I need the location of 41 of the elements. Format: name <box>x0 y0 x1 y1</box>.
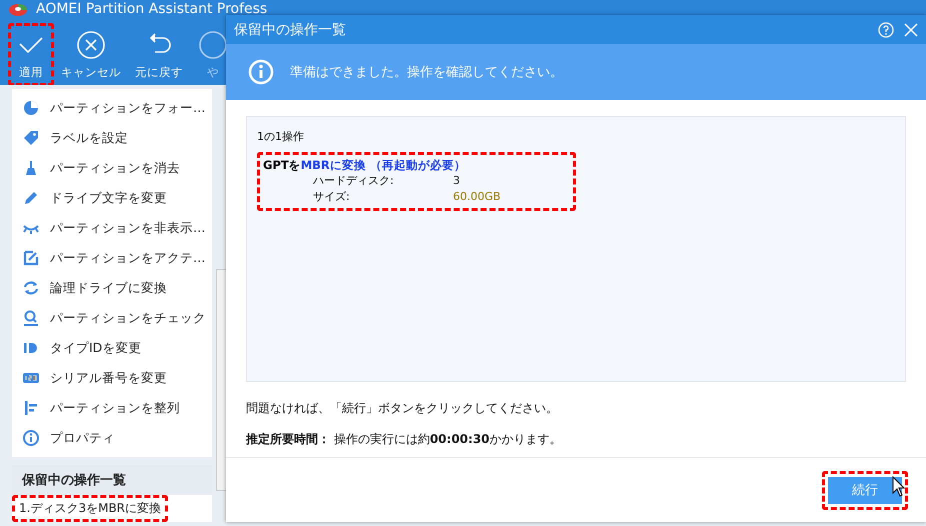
menu-item[interactable]: シリアル番号を変更 <box>50 370 167 386</box>
search-icon <box>22 309 40 327</box>
app-title: AOMEI Partition Assistant Profess <box>36 0 268 16</box>
cancel-icon <box>75 29 107 61</box>
pencil-icon <box>22 189 40 207</box>
toolbar-button[interactable]: 元に戻す <box>134 29 184 80</box>
menu-item[interactable]: 論理ドライブに変換 <box>50 280 167 296</box>
detail-label: ハードディスク: <box>313 173 395 189</box>
info-icon <box>248 59 274 85</box>
menu-item[interactable]: パーティションをフォー… <box>50 100 206 116</box>
menu-item[interactable]: プロパティ <box>50 430 115 446</box>
menu-item[interactable]: パーティションをチェック <box>50 310 206 326</box>
menu-item[interactable]: ドライブ文字を変更 <box>50 190 167 206</box>
banner-message: 準備はできました。操作を確認してください。 <box>290 64 563 81</box>
detail-value: 60.00GB <box>453 189 502 205</box>
estimate-text: 推定所要時間： 操作の実行には約00:00:30かかります。 <box>246 431 563 448</box>
dialog-title: 保留中の操作一覧 <box>234 20 347 38</box>
menu-item[interactable]: タイプIDを変更 <box>50 340 142 356</box>
menu-item[interactable]: パーティションをアクテ… <box>50 250 206 266</box>
operation-count: 1の1操作 <box>257 129 304 144</box>
menu-item[interactable]: ラベルを設定 <box>50 130 128 146</box>
edit-box-icon <box>22 249 40 267</box>
menu-item[interactable]: パーティションを整列 <box>50 400 180 416</box>
close-icon[interactable] <box>904 22 918 36</box>
pie-icon <box>22 99 40 117</box>
instruction-text: 問題なければ、「続行」ボタンをクリックしてください。 <box>246 400 559 417</box>
pending-item[interactable]: 1.ディスク3をMBRに変換 <box>17 498 164 519</box>
help-icon[interactable] <box>878 22 894 38</box>
detail-value: 3 <box>453 173 461 189</box>
operation-title: GPTをMBRに変換 （再起動が必要） <box>263 158 467 173</box>
info-icon <box>22 429 40 447</box>
tag-icon <box>22 129 40 147</box>
toolbar-button[interactable]: キャンセル <box>60 29 122 80</box>
align-icon <box>22 399 40 417</box>
panel-title: 保留中の操作一覧 <box>12 465 212 495</box>
toolbar-button[interactable]: 適用 <box>14 29 48 80</box>
swap-icon <box>22 279 40 297</box>
detail-label: サイズ: <box>313 189 351 205</box>
menu-item[interactable]: パーティションを消去 <box>50 160 180 176</box>
cursor-icon <box>892 476 906 498</box>
menu-item[interactable]: パーティションを非表示… <box>50 220 206 236</box>
